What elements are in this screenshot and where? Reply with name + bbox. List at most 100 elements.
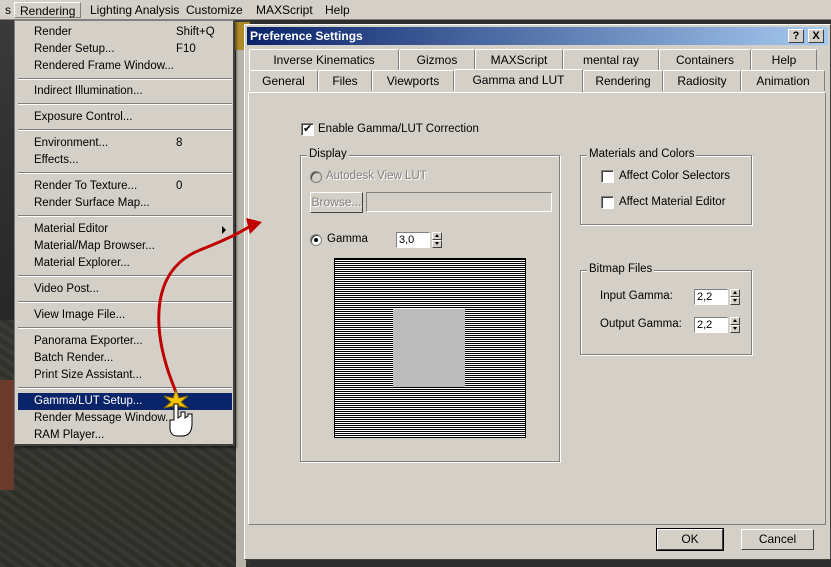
menu-item-lighting-analysis[interactable]: Lighting Analysis xyxy=(85,2,184,18)
output-gamma-field[interactable]: 2,2 xyxy=(694,317,728,333)
menu-panorama-exporter[interactable]: Panorama Exporter... xyxy=(18,333,232,350)
menu-separator xyxy=(18,215,232,217)
spinner-up-icon[interactable] xyxy=(730,289,740,297)
tab-maxscript[interactable]: MAXScript xyxy=(475,49,563,70)
menu-batch-render[interactable]: Batch Render... xyxy=(18,350,232,367)
menu-indirect-illumination[interactable]: Indirect Illumination... xyxy=(18,83,232,100)
input-gamma-field[interactable]: 2,2 xyxy=(694,289,728,305)
affect-material-editor-label: Affect Material Editor xyxy=(619,196,726,208)
menu-gamma-lut-setup[interactable]: Gamma/LUT Setup... xyxy=(18,393,232,410)
menu-effects[interactable]: Effects... xyxy=(18,152,232,169)
tab-gamma-and-lut[interactable]: Gamma and LUT xyxy=(454,69,583,92)
browse-button[interactable]: Browse... xyxy=(310,192,363,213)
menu-environment[interactable]: Environment... 8 xyxy=(18,135,232,152)
menu-render-setup[interactable]: Render Setup... F10 xyxy=(18,41,232,58)
menu-bar: s Rendering Lighting Analysis Customize … xyxy=(0,0,831,20)
menu-label: Video Post... xyxy=(34,283,99,295)
gamma-test-pattern xyxy=(334,258,526,438)
enable-gamma-label: Enable Gamma/LUT Correction xyxy=(318,123,479,135)
menu-label: Render Surface Map... xyxy=(34,197,150,209)
menu-render[interactable]: Render Shift+Q xyxy=(18,24,232,41)
menu-shortcut: 0 xyxy=(176,180,183,192)
bitmap-files-group: Bitmap Files xyxy=(580,263,752,355)
affect-material-editor-checkbox[interactable] xyxy=(601,196,614,209)
menu-render-message-window[interactable]: Render Message Window... xyxy=(18,410,232,427)
menu-rendered-frame-window[interactable]: Rendered Frame Window... xyxy=(18,58,232,75)
menu-ram-player[interactable]: RAM Player... xyxy=(18,427,232,444)
spinner-down-icon[interactable] xyxy=(730,297,740,305)
menu-label: Effects... xyxy=(34,154,79,166)
menu-label: Render Setup... xyxy=(34,43,115,55)
close-icon[interactable]: X xyxy=(808,29,824,43)
menu-item-maxscript[interactable]: MAXScript xyxy=(251,2,318,18)
menu-label: Render Message Window... xyxy=(34,412,175,424)
menu-label: Print Size Assistant... xyxy=(34,369,143,381)
enable-gamma-checkbox[interactable] xyxy=(301,122,314,136)
spinner-up-icon[interactable] xyxy=(432,232,442,240)
menu-separator xyxy=(18,78,232,80)
tab-gizmos[interactable]: Gizmos xyxy=(399,49,475,70)
bitmap-group-title: Bitmap Files xyxy=(587,263,655,275)
menu-item-rendering[interactable]: Rendering xyxy=(14,2,82,18)
menu-shortcut: F10 xyxy=(176,43,196,55)
tab-containers[interactable]: Containers xyxy=(659,49,751,70)
help-icon[interactable]: ? xyxy=(788,29,804,43)
spinner-down-icon[interactable] xyxy=(432,240,442,248)
ok-button[interactable]: OK xyxy=(656,528,724,551)
menu-label: Gamma/LUT Setup... xyxy=(34,395,143,407)
spinner-down-icon[interactable] xyxy=(730,325,740,333)
menu-render-to-texture[interactable]: Render To Texture... 0 xyxy=(18,178,232,195)
menu-label: Exposure Control... xyxy=(34,111,133,123)
input-gamma-spinner[interactable] xyxy=(730,289,740,305)
gamma-value-field[interactable]: 3,0 xyxy=(396,232,430,248)
menu-item-help[interactable]: Help xyxy=(320,2,355,18)
gamma-label: Gamma xyxy=(327,233,368,245)
display-group-title: Display xyxy=(307,148,349,160)
tab-animation[interactable]: Animation xyxy=(741,70,825,91)
menu-label: Render To Texture... xyxy=(34,180,138,192)
menu-separator xyxy=(18,129,232,131)
menu-separator xyxy=(18,301,232,303)
gamma-radio[interactable] xyxy=(310,234,322,246)
menu-render-surface-map[interactable]: Render Surface Map... xyxy=(18,195,232,212)
tab-rendering[interactable]: Rendering xyxy=(583,70,663,91)
menu-label: RAM Player... xyxy=(34,429,105,441)
menu-material-explorer[interactable]: Material Explorer... xyxy=(18,255,232,272)
menu-label: Indirect Illumination... xyxy=(34,85,143,97)
gamma-gray-patch xyxy=(393,309,465,387)
gamma-spinner[interactable] xyxy=(432,232,442,248)
menu-shortcut: 8 xyxy=(176,137,183,149)
menu-print-size-assistant[interactable]: Print Size Assistant... xyxy=(18,367,232,384)
tab-radiosity[interactable]: Radiosity xyxy=(663,70,741,91)
tab-help[interactable]: Help xyxy=(751,49,817,70)
lut-path-field[interactable] xyxy=(366,192,552,212)
materials-group-title: Materials and Colors xyxy=(587,148,697,160)
menu-label: Material Editor xyxy=(34,223,109,235)
output-gamma-label: Output Gamma: xyxy=(600,318,682,330)
menu-label: Material/Map Browser... xyxy=(34,240,155,252)
tab-general[interactable]: General xyxy=(249,70,318,91)
tab-files[interactable]: Files xyxy=(318,70,372,91)
menu-view-image-file[interactable]: View Image File... xyxy=(18,307,232,324)
dialog-title-bar[interactable]: Preference Settings ? X xyxy=(247,27,828,45)
tab-inverse-kinematics[interactable]: Inverse Kinematics xyxy=(249,49,399,70)
affect-color-selectors-checkbox[interactable] xyxy=(601,170,614,183)
menu-exposure-control[interactable]: Exposure Control... xyxy=(18,109,232,126)
autodesk-lut-radio[interactable] xyxy=(310,171,322,183)
menu-video-post[interactable]: Video Post... xyxy=(18,281,232,298)
tab-viewports[interactable]: Viewports xyxy=(372,70,454,91)
cancel-button[interactable]: Cancel xyxy=(741,529,814,550)
dialog-title: Preference Settings xyxy=(250,29,363,43)
materials-colors-group: Materials and Colors xyxy=(580,148,752,225)
tab-mental-ray[interactable]: mental ray xyxy=(563,49,659,70)
menu-label: Rendered Frame Window... xyxy=(34,60,174,72)
menu-separator xyxy=(18,172,232,174)
menu-material-map-browser[interactable]: Material/Map Browser... xyxy=(18,238,232,255)
menu-separator xyxy=(18,327,232,329)
affect-color-selectors-label: Affect Color Selectors xyxy=(619,170,731,182)
menu-material-editor[interactable]: Material Editor xyxy=(18,221,232,238)
spinner-up-icon[interactable] xyxy=(730,317,740,325)
output-gamma-spinner[interactable] xyxy=(730,317,740,333)
autodesk-lut-label: Autodesk View LUT xyxy=(326,170,427,182)
menu-item-customize[interactable]: Customize xyxy=(181,2,248,18)
